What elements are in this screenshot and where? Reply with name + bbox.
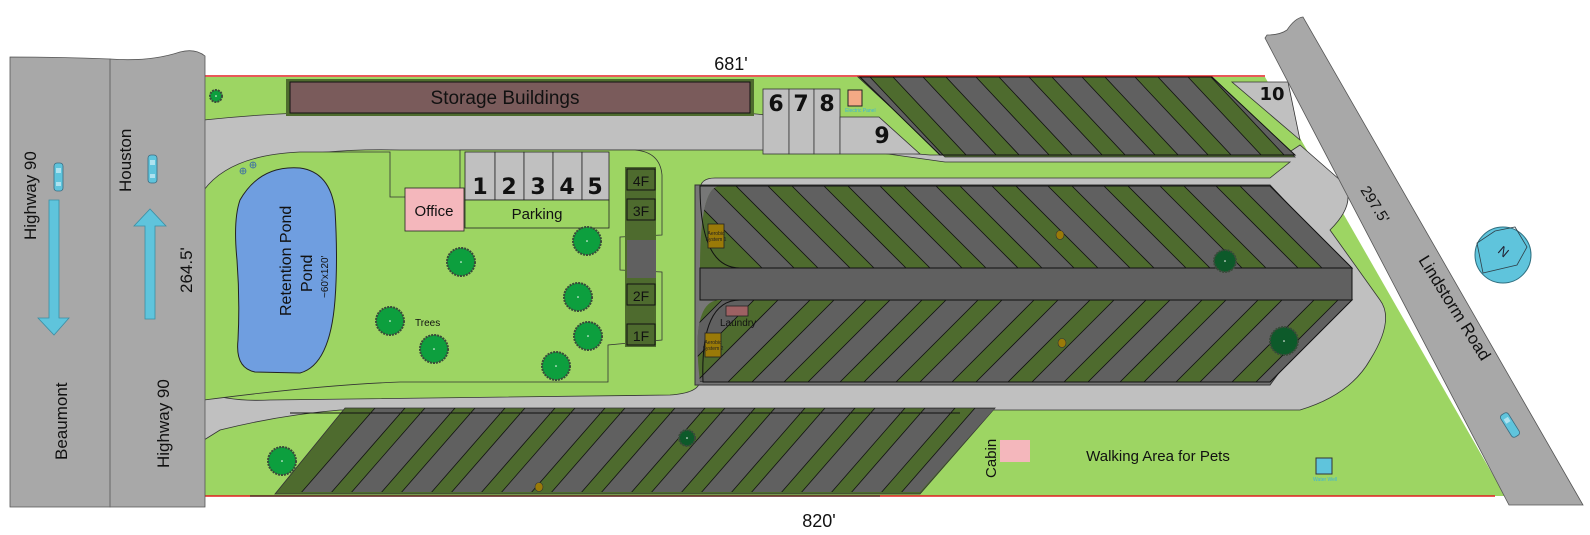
office-label: Office [415, 203, 454, 220]
site-8-label: 8 [819, 92, 834, 117]
trees-label: Trees [415, 318, 440, 329]
water-well[interactable] [1315, 457, 1333, 475]
laundry-label: Laundry [720, 318, 756, 329]
dimension-bottom: 820' [802, 511, 835, 531]
tree-center [460, 261, 462, 263]
tree-center [433, 348, 435, 350]
pond-size: ~60'x120' [320, 255, 331, 298]
electric-panel[interactable] [847, 89, 863, 107]
post-marker [1055, 230, 1065, 240]
site-7-label: 7 [793, 92, 808, 117]
post-marker [534, 482, 544, 492]
site-9-label: 9 [874, 124, 889, 149]
storage-buildings-label: Storage Buildings [431, 88, 580, 109]
dimension-left: 264.5' [177, 247, 196, 293]
tree-center [686, 437, 688, 439]
car-icon [147, 154, 158, 184]
tree-center [587, 335, 589, 337]
unit-2f-label: 2F [633, 288, 649, 304]
unit-4f-label: 4F [633, 173, 649, 189]
tree-center [555, 365, 557, 367]
pet-area-label: Walking Area for Pets [1086, 448, 1230, 465]
laundry[interactable] [725, 305, 749, 317]
dimension-top: 681' [714, 54, 747, 74]
cabin-label: Cabin [983, 439, 1000, 478]
site-10-label: 10 [1259, 84, 1284, 105]
post-marker [1057, 338, 1067, 348]
water-well-label: Water Well [1313, 477, 1337, 483]
site-5-label: 5 [587, 175, 602, 200]
tree-center [281, 460, 283, 462]
pond-name: Retention Pond [278, 206, 295, 316]
highway-east-label: Highway 90 [154, 379, 173, 468]
tree-center [586, 240, 588, 242]
tree-center [215, 95, 217, 97]
pond-name-2: Pond [299, 255, 316, 292]
aerobic-system-1-label-2: System 1 [706, 237, 727, 243]
site-3-label: 3 [530, 175, 545, 200]
sites-6-8: 6 7 8 [762, 88, 841, 155]
car-icon [53, 162, 64, 192]
highway-west-label: Highway 90 [21, 151, 40, 240]
tree-center [1283, 340, 1285, 342]
site-map: Retention Pond Pond ~60'x120' Storage Bu… [9, 16, 1584, 531]
tree-center [1224, 260, 1226, 262]
electric-panel-label: Electric Panel [845, 108, 876, 114]
aerobic-system-2-label-2: System 2 [703, 346, 724, 352]
compass-icon: N [1474, 226, 1532, 284]
unit-3f-label: 3F [633, 203, 649, 219]
tree-center [389, 320, 391, 322]
site-2-label: 2 [501, 175, 516, 200]
center-aisle [699, 267, 1353, 301]
unit-1f-label: 1F [633, 328, 649, 344]
site-4-label: 4 [559, 175, 574, 200]
parking-label: Parking [512, 206, 563, 223]
floor-units-gap [627, 240, 656, 278]
cabin[interactable] [1000, 440, 1030, 462]
highway-east-direction: Houston [116, 129, 135, 192]
tree-center [577, 296, 579, 298]
site-1-label: 1 [472, 175, 487, 200]
highway-west-direction: Beaumont [52, 382, 71, 460]
site-6-label: 6 [768, 92, 783, 117]
sites-1-5: 1 2 3 4 5 [464, 151, 610, 201]
